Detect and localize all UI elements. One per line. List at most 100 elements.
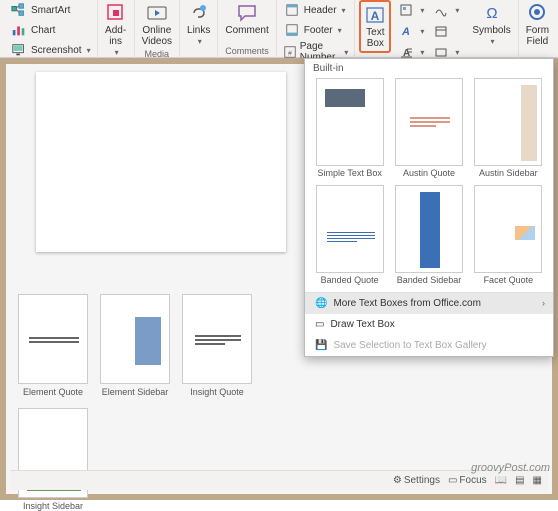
- online-videos-label: Online Videos: [142, 25, 172, 47]
- footer-label: Footer: [304, 25, 333, 36]
- focus-button[interactable]: ▭ Focus: [448, 475, 487, 486]
- header-icon: [283, 1, 301, 19]
- chevron-down-icon: ▾: [420, 27, 424, 36]
- watermark: groovyPost.com: [471, 462, 550, 474]
- ribbon-group-illustrations: SmartArt Chart Screenshot ▾: [4, 0, 98, 58]
- header-button[interactable]: Header ▾: [281, 0, 351, 20]
- read-icon: 📖: [495, 475, 507, 486]
- document-page[interactable]: [36, 72, 286, 252]
- wordart-button[interactable]: A▾: [395, 21, 426, 41]
- gallery-item[interactable]: Banded Sidebar: [392, 185, 465, 286]
- doc-thumb[interactable]: Element Quote: [18, 294, 88, 397]
- symbols-button[interactable]: Ω Symbols ▾: [469, 0, 513, 48]
- text-box-label: Text Box: [366, 27, 384, 49]
- thumb-label: Element Quote: [23, 387, 83, 397]
- form-field-button[interactable]: Form Field: [523, 0, 552, 49]
- chevron-down-icon: ▾: [87, 46, 91, 55]
- save-icon: 💾: [315, 340, 327, 351]
- smartart-label: SmartArt: [31, 5, 70, 16]
- text-box-icon: A: [364, 4, 386, 26]
- chevron-down-icon: ▾: [338, 26, 342, 35]
- draw-text-box-menuitem[interactable]: ▭ Draw Text Box: [305, 314, 553, 335]
- gallery-item[interactable]: Austin Sidebar: [472, 78, 545, 179]
- chevron-down-icon: ▾: [115, 48, 119, 57]
- screenshot-label: Screenshot: [31, 45, 82, 56]
- settings-label: Settings: [404, 475, 440, 486]
- quick-parts-button[interactable]: ▾: [395, 0, 426, 20]
- addins-label: Add- ins: [105, 25, 126, 47]
- symbols-label: Symbols: [472, 25, 510, 36]
- addins-button[interactable]: Add- ins ▾: [102, 0, 130, 59]
- ribbon-group-symbols: Ω Symbols ▾: [465, 0, 518, 58]
- chevron-down-icon: ▾: [491, 37, 495, 46]
- wordart-icon: A: [397, 22, 415, 40]
- more-text-boxes-menuitem[interactable]: 🌐 More Text Boxes from Office.com ›: [305, 293, 553, 314]
- online-videos-button[interactable]: Online Videos: [139, 0, 175, 49]
- comment-button[interactable]: Comment: [222, 0, 271, 38]
- ribbon-group-addins: Add- ins ▾: [98, 0, 135, 58]
- ribbon-group-comments: Comment Comments: [218, 0, 276, 58]
- chart-label: Chart: [31, 25, 55, 36]
- view-print-button[interactable]: ▤: [515, 475, 524, 486]
- links-button[interactable]: Links ▾: [184, 0, 213, 48]
- ribbon-group-text: A Text Box ▾ A▾ A▾ ▾ ▾: [355, 0, 465, 58]
- footer-icon: [283, 21, 301, 39]
- view-web-button[interactable]: ▦: [533, 475, 542, 486]
- gallery-item-label: Austin Sidebar: [479, 169, 538, 179]
- doc-thumb[interactable]: Insight Sidebar: [18, 408, 88, 511]
- status-bar: ⚙ Settings ▭ Focus 📖 ▤ ▦: [10, 470, 548, 490]
- chart-icon: [10, 21, 28, 39]
- gallery-item[interactable]: Austin Quote: [392, 78, 465, 179]
- ribbon: SmartArt Chart Screenshot ▾: [0, 0, 558, 58]
- settings-button[interactable]: ⚙ Settings: [393, 475, 440, 486]
- screenshot-button[interactable]: Screenshot ▾: [8, 40, 93, 60]
- svg-text:Ω: Ω: [486, 5, 497, 22]
- gallery-item-label: Simple Text Box: [317, 169, 381, 179]
- smartart-button[interactable]: SmartArt: [8, 0, 93, 20]
- gallery-heading: Built-in: [305, 59, 553, 78]
- doc-thumb[interactable]: Element Sidebar: [100, 294, 170, 397]
- form-field-icon: [526, 2, 548, 24]
- comment-label: Comment: [225, 25, 268, 36]
- svg-text:#: #: [288, 51, 292, 58]
- globe-icon: 🌐: [315, 298, 327, 309]
- thumb-label: Insight Sidebar: [23, 501, 83, 511]
- quick-parts-icon: [397, 1, 415, 19]
- chevron-down-icon: ▾: [455, 48, 459, 57]
- video-icon: [146, 2, 168, 24]
- chevron-down-icon: ▾: [342, 6, 346, 15]
- chevron-down-icon: ▾: [344, 48, 348, 57]
- signature-button[interactable]: ▾: [430, 0, 461, 20]
- thumb-label: Insight Quote: [190, 387, 244, 397]
- gallery-item[interactable]: Facet Quote: [472, 185, 545, 286]
- comments-group-label: Comments: [225, 46, 269, 56]
- chart-button[interactable]: Chart: [8, 20, 93, 40]
- svg-text:A: A: [371, 9, 380, 23]
- chevron-right-icon: ›: [542, 298, 545, 308]
- chevron-down-icon: ▾: [455, 6, 459, 15]
- gear-icon: ⚙: [393, 475, 402, 486]
- smartart-icon: [10, 1, 28, 19]
- draw-text-box-label: Draw Text Box: [330, 319, 394, 330]
- save-selection-menuitem: 💾 Save Selection to Text Box Gallery: [305, 335, 553, 356]
- doc-thumb[interactable]: Insight Quote: [182, 294, 252, 397]
- gallery-item[interactable]: Banded Quote: [313, 185, 386, 286]
- signature-icon: [432, 1, 450, 19]
- gallery-item[interactable]: Simple Text Box: [313, 78, 386, 179]
- form-field-label: Form Field: [526, 25, 549, 47]
- view-read-button[interactable]: 📖: [495, 475, 507, 486]
- datetime-button[interactable]: [430, 21, 461, 41]
- chevron-down-icon: ▾: [420, 48, 424, 57]
- footer-button[interactable]: Footer ▾: [281, 20, 351, 40]
- chevron-down-icon: ▾: [198, 37, 202, 46]
- addins-icon: [105, 2, 127, 24]
- screenshot-icon: [10, 41, 28, 59]
- save-selection-label: Save Selection to Text Box Gallery: [333, 340, 486, 351]
- gallery-item-label: Banded Sidebar: [397, 276, 462, 286]
- ribbon-group-header-footer: Header ▾ Footer ▾ # Page Number ▾: [277, 0, 356, 58]
- header-label: Header: [304, 5, 337, 16]
- text-box-gallery: Built-in Simple Text Box Austin Quote Au…: [304, 58, 554, 357]
- text-box-button[interactable]: A Text Box: [359, 0, 391, 53]
- ribbon-group-links: Links ▾: [180, 0, 218, 58]
- svg-text:A: A: [401, 26, 410, 38]
